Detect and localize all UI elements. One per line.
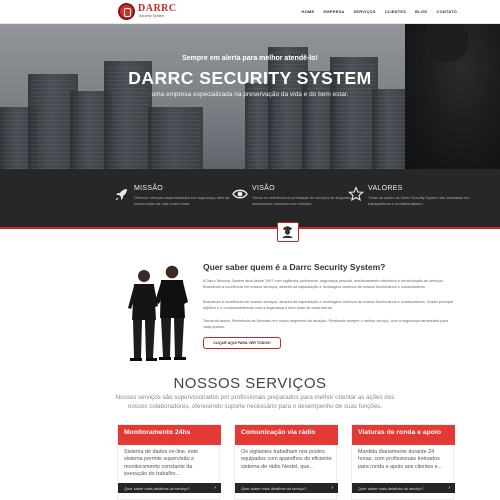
nav-item-empresa[interactable]: EMPRESA [323,9,344,14]
nav-item-blog[interactable]: BLOG [415,9,427,14]
hero-banner: Sempre em alerta para melhor atendê-lo! … [0,24,500,169]
feature-title: VISÃO [252,185,275,192]
arrow-right-icon: › [448,485,450,491]
nav-menu: HOME EMPRESA SERVIÇOS CLIENTES BLOG CONT… [302,9,457,14]
police-officer-icon [282,226,293,238]
feature-text: Todas as ações da Darrc Security System … [368,196,470,206]
service-card-link-label: Quer saber mais detalhes do serviço? [241,486,307,491]
service-card-text: Os vigilantes trabalham nos postos equip… [241,449,332,470]
service-card-monitoramento: Monitoramento 24hs Sistema de dados on-l… [117,424,221,500]
brand-name: DARRC [138,3,177,14]
nav-item-home[interactable]: HOME [302,9,315,14]
hero-title: DARRC SECURITY SYSTEM [128,68,372,88]
services-title: NOSSOS SERVIÇOS [173,375,327,392]
service-card-title: Comunicação via rádio [235,425,338,445]
service-card-link-label: Quer saber mais detalhes do serviço? [124,486,190,491]
service-card-link[interactable]: Quer saber mais detalhes do serviço? › [235,483,338,493]
hero-subtitle: uma empresa especializada na preservação… [151,91,349,98]
about-paragraph: A Darrc Security System atua desde 1997 … [203,279,445,289]
security-team-photo [128,265,188,361]
about-paragraph: Buscamos a excelência em nossos serviços… [203,300,453,310]
about-title: Quer saber quem é a Darrc Security Syste… [203,262,386,272]
guard-badge [277,222,299,242]
about-paragraph: Tornando assim, Referência de Mercado em… [203,319,448,329]
service-card-title: Viaturas de ronda e apoio [352,425,455,445]
brand-tagline: Security System [139,14,165,18]
services-intro: Nossos serviços são supervisionados por … [115,394,395,410]
feature-text: Oferecer serviços especializados em segu… [134,196,230,206]
service-card-text: Mantida diariamente durante 24 horas, co… [358,449,443,470]
shield-logo-icon [118,3,135,20]
nav-item-clientes[interactable]: CLIENTES [385,9,406,14]
nav-item-servicos[interactable]: SERVIÇOS [354,9,376,14]
service-card-viaturas: Viaturas de ronda e apoio Mantida diaria… [351,424,455,500]
service-card-title: Monitoramento 24hs [118,425,221,445]
service-card-text: Sistema de dados on-line, este sistema p… [124,449,199,478]
brand-logo[interactable]: DARRC Security System [118,3,178,21]
eye-icon [232,189,248,199]
arrow-right-icon: › [214,485,216,491]
arrow-right-icon: › [331,485,333,491]
feature-title: VALORES [368,185,403,192]
top-navbar: DARRC Security System HOME EMPRESA SERVI… [0,0,500,24]
service-card-link[interactable]: Quer saber mais detalhes do serviço? › [118,483,221,493]
service-card-comunicacao: Comunicação via rádio Os vigilantes trab… [234,424,338,500]
nav-item-contato[interactable]: CONTATO [436,9,457,14]
service-card-link-label: Quer saber mais detalhes do serviço? [358,486,424,491]
feature-text: Tornar-se referência na prestação de ser… [252,196,357,206]
service-card-link[interactable]: Quer saber mais detalhes do serviço? › [352,483,455,493]
see-all-button[interactable]: CLIQUE AQUI PARA VER TODOS! [203,337,281,349]
features-band: MISSÃO Oferecer serviços especializados … [0,169,500,229]
feature-title: MISSÃO [134,185,164,192]
rocket-icon [115,189,127,201]
star-icon [348,186,364,202]
hero-kicker: Sempre em alerta para melhor atendê-lo! [182,55,318,62]
